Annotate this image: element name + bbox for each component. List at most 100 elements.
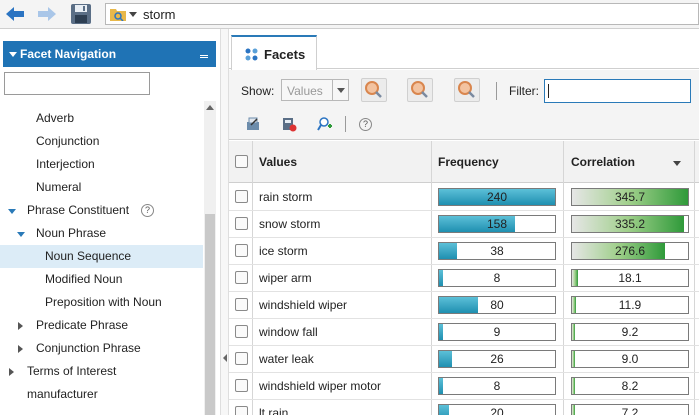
filter-input[interactable] <box>544 79 691 103</box>
forward-button[interactable] <box>36 4 58 24</box>
chevron-down-icon[interactable] <box>332 80 348 100</box>
correlation-bar: 335.2 <box>571 215 689 233</box>
toolbar-divider <box>496 82 497 100</box>
tab-facets[interactable]: Facets <box>231 35 317 70</box>
tree-item-label: Modified Noun <box>45 272 123 286</box>
help-icon[interactable]: ? <box>359 118 372 131</box>
zoom-values-button[interactable] <box>407 78 433 102</box>
facet-navigation-header[interactable]: Facet Navigation <box>3 41 216 67</box>
tab-facets-label: Facets <box>264 47 306 62</box>
correlation-bar: 9.2 <box>571 323 689 341</box>
remove-facet-icon[interactable] <box>281 116 297 132</box>
column-header-frequency[interactable]: Frequency <box>438 155 499 169</box>
tree-item-label: manufacturer <box>27 387 98 401</box>
table-row[interactable]: rain storm 240 345.7 <box>229 184 699 211</box>
row-checkbox[interactable] <box>235 325 248 338</box>
row-checkbox[interactable] <box>235 352 248 365</box>
correlation-bar: 276.6 <box>571 242 689 260</box>
tree-item[interactable]: manufacturer <box>0 383 203 406</box>
save-button[interactable] <box>70 3 92 25</box>
table-row[interactable]: snow storm 158 335.2 <box>229 211 699 238</box>
expanded-icon[interactable] <box>8 209 16 214</box>
zoom-facets-button[interactable] <box>361 78 387 102</box>
magnifier-icon <box>458 81 475 98</box>
chart-export-icon[interactable] <box>245 116 261 132</box>
search-scope-dropdown-icon[interactable] <box>129 12 137 17</box>
row-checkbox[interactable] <box>235 298 248 311</box>
tree-scrollbar[interactable] <box>204 101 216 415</box>
row-value: window fall <box>259 325 318 339</box>
show-select[interactable]: Values <box>281 79 349 101</box>
collapsed-icon[interactable] <box>18 322 23 330</box>
sort-descending-icon[interactable] <box>673 161 681 166</box>
add-search-icon[interactable] <box>317 116 333 132</box>
tree-item[interactable]: Conjunction <box>0 130 203 153</box>
minimize-icon[interactable] <box>200 55 208 58</box>
table-row[interactable]: wiper arm 8 18.1 <box>229 265 699 292</box>
facet-navigation-panel: Facet Navigation Adverb Conjunction Interj… <box>0 37 220 415</box>
help-icon[interactable]: ? <box>141 204 154 217</box>
tree-item[interactable]: Modified Noun <box>0 268 203 291</box>
frequency-bar: 8 <box>438 377 556 395</box>
collapse-left-icon[interactable] <box>223 354 227 362</box>
table-row[interactable]: ice storm 38 276.6 <box>229 238 699 265</box>
tree-item[interactable]: Preposition with Noun <box>0 291 203 314</box>
row-checkbox[interactable] <box>235 244 248 257</box>
collapsed-icon[interactable] <box>18 345 23 353</box>
tree-item[interactable]: Interjection <box>0 153 203 176</box>
expanded-icon[interactable] <box>17 232 25 237</box>
frequency-value: 26 <box>490 352 504 366</box>
select-all-checkbox[interactable] <box>235 155 248 168</box>
panel-splitter[interactable] <box>220 29 229 415</box>
frequency-value: 8 <box>493 271 501 285</box>
correlation-value: 276.6 <box>614 244 646 258</box>
back-arrow-icon <box>6 7 24 21</box>
column-header-values[interactable]: Values <box>259 155 297 169</box>
row-checkbox[interactable] <box>235 406 248 415</box>
tree-item[interactable]: Numeral <box>0 176 203 199</box>
tree-item[interactable]: Phrase Constituent? <box>0 199 203 222</box>
row-value: snow storm <box>259 217 321 231</box>
row-checkbox[interactable] <box>235 190 248 203</box>
tree-item-label: Preposition with Noun <box>45 295 162 309</box>
tree-item-label: Noun Phrase <box>36 226 107 240</box>
row-checkbox[interactable] <box>235 379 248 392</box>
back-button[interactable] <box>4 4 26 24</box>
tree-item[interactable]: Adverb <box>0 107 203 130</box>
correlation-value: 18.1 <box>618 271 642 285</box>
row-checkbox[interactable] <box>235 217 248 230</box>
tree-item[interactable]: Noun Sequence <box>0 245 203 268</box>
table-row[interactable]: water leak 26 9.0 <box>229 346 699 373</box>
frequency-bar: 240 <box>438 188 556 206</box>
table-row[interactable]: lt rain 20 7.2 <box>229 400 699 415</box>
scrollbar-thumb[interactable] <box>205 214 215 415</box>
magnifier-icon <box>365 81 382 98</box>
magnifier-icon <box>411 81 428 98</box>
search-query[interactable]: storm <box>143 7 176 22</box>
correlation-value: 9.2 <box>621 325 639 339</box>
tree-item[interactable]: Terms of Interest <box>0 360 203 383</box>
collapsed-icon[interactable] <box>9 368 14 376</box>
collapse-icon[interactable] <box>9 52 17 57</box>
correlation-bar: 7.2 <box>571 404 689 415</box>
correlation-bar: 345.7 <box>571 188 689 206</box>
facet-filter-input[interactable] <box>4 72 150 95</box>
table-row[interactable]: window fall 9 9.2 <box>229 319 699 346</box>
tree-item-label: Numeral <box>36 180 82 194</box>
scroll-up-icon[interactable] <box>206 105 214 110</box>
table-row[interactable]: windshield wiper motor 8 8.2 <box>229 373 699 400</box>
table-row[interactable]: windshield wiper 80 11.9 <box>229 292 699 319</box>
column-header-correlation[interactable]: Correlation <box>571 155 635 169</box>
row-value: lt rain <box>259 406 289 415</box>
facets-table: Values Frequency Correlation rain storm 2… <box>229 141 699 415</box>
show-select-value: Values <box>287 84 323 98</box>
tree-item[interactable]: Conjunction Phrase <box>0 337 203 360</box>
row-checkbox[interactable] <box>235 271 248 284</box>
search-box[interactable]: storm <box>105 3 699 25</box>
zoom-all-button[interactable] <box>454 78 480 102</box>
correlation-value: 9.0 <box>621 352 639 366</box>
frequency-value: 8 <box>493 379 501 393</box>
tree-item[interactable]: Noun Phrase <box>0 222 203 245</box>
tree-item[interactable]: Predicate Phrase <box>0 314 203 337</box>
frequency-bar: 38 <box>438 242 556 260</box>
